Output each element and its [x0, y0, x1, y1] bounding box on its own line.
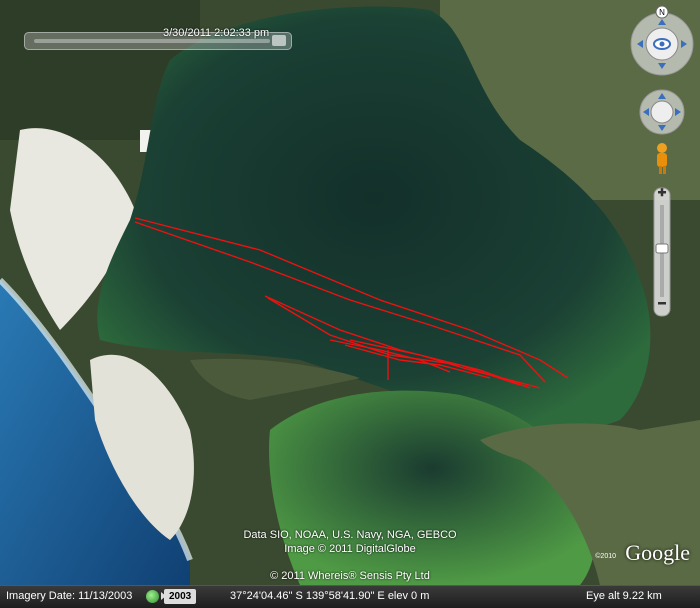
- map-credits-data: Data SIO, NOAA, U.S. Navy, NGA, GEBCO: [243, 529, 457, 541]
- north-label: N: [659, 8, 665, 17]
- historical-year-badge[interactable]: 2003: [164, 589, 197, 604]
- cursor-coordinates: 37°24'04.46" S 139°58'41.90" E elev 0 m: [230, 590, 430, 602]
- navigation-controls[interactable]: N: [620, 0, 700, 330]
- imagery-date: Imagery Date: 11/13/2003: [6, 590, 133, 602]
- historical-imagery-icon[interactable]: [146, 590, 159, 603]
- north-indicator[interactable]: N: [655, 5, 669, 19]
- move-joystick-icon[interactable]: [639, 89, 685, 135]
- street-view-pegman-icon[interactable]: [657, 143, 667, 174]
- google-logo: Google: [625, 540, 690, 565]
- zoom-slider-icon[interactable]: [653, 187, 671, 317]
- satellite-map[interactable]: [0, 0, 700, 607]
- time-slider-label: 3/30/2011 2:02:33 pm: [163, 27, 270, 39]
- logo-year: ©2010: [595, 553, 616, 560]
- zoom-thumb[interactable]: [655, 243, 669, 254]
- slider-thumb[interactable]: [272, 35, 286, 46]
- look-joystick-icon[interactable]: [630, 12, 694, 76]
- eye-altitude: Eye alt 9.22 km: [586, 590, 662, 602]
- zoom-out-icon[interactable]: [658, 302, 666, 305]
- status-bar: Imagery Date: 11/13/2003 2003 37°24'04.4…: [0, 585, 700, 608]
- map-credits-whereis: © 2011 Whereis® Sensis Pty Ltd: [270, 570, 430, 582]
